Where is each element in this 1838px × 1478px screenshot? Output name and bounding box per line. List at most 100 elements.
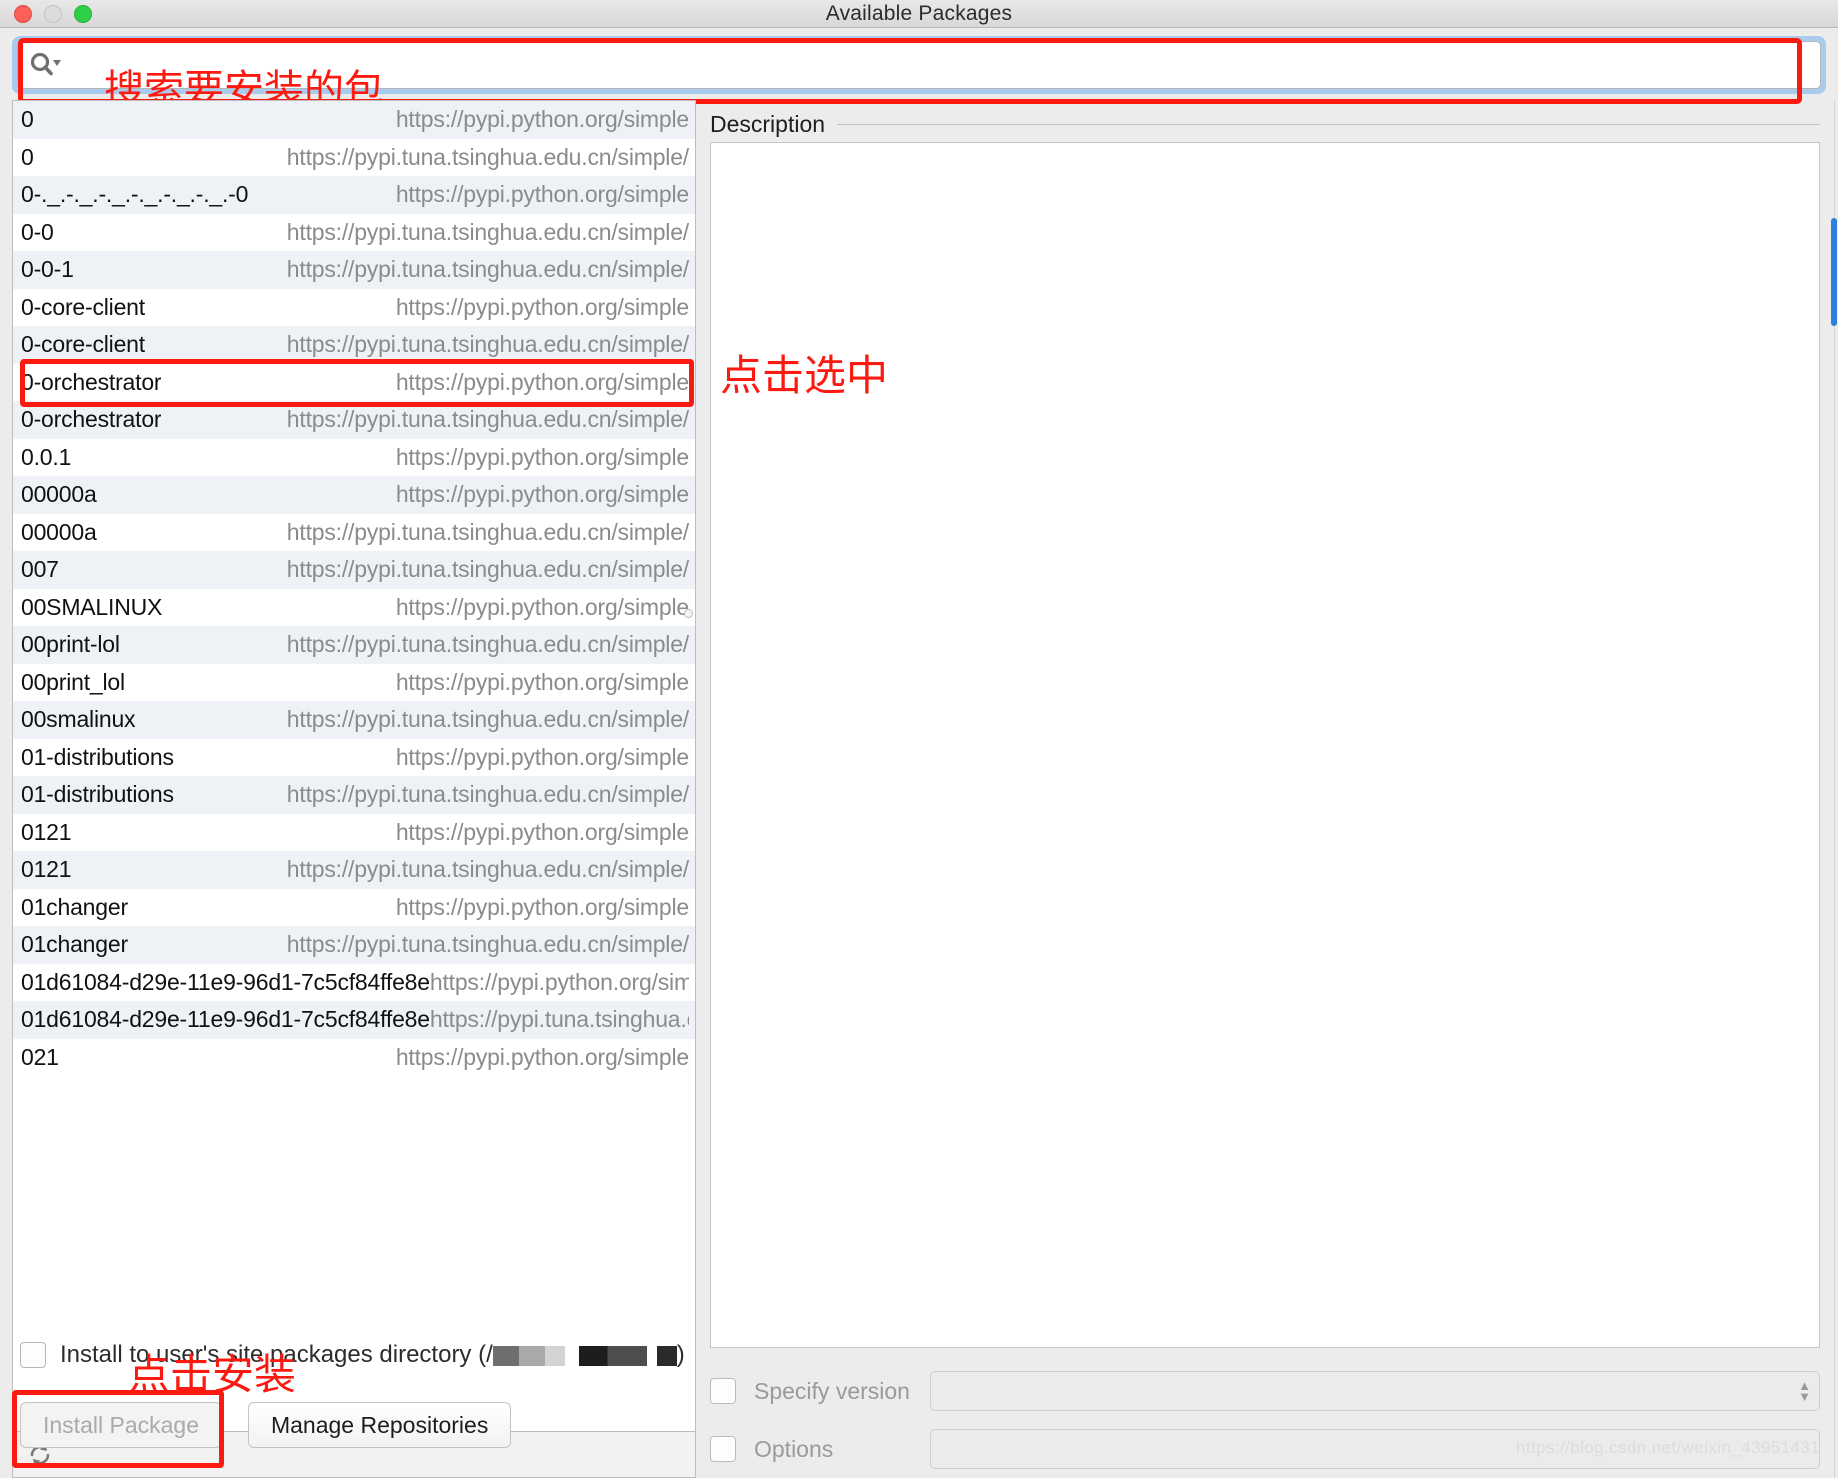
search-icon[interactable] <box>28 50 62 80</box>
site-packages-label-suffix: ) <box>676 1341 685 1368</box>
watermark: https://blog.csdn.net/weixin_43951431 <box>1515 1438 1820 1457</box>
package-repository-url: https://pypi.tuna.tsinghua.edu.cn/simple… <box>286 556 689 583</box>
package-name: 0-core-client <box>21 293 145 320</box>
table-row[interactable]: 021 https://pypi.python.org/simple <box>13 1038 695 1076</box>
search-input[interactable] <box>62 42 1810 88</box>
package-repository-url: https://pypi.python.org/simple <box>395 481 689 508</box>
table-row[interactable]: 0-core-client https://pypi.tuna.tsinghua.… <box>13 326 695 364</box>
package-name: 0121 <box>21 818 72 845</box>
package-name: 0-orchestrator <box>21 406 162 433</box>
site-packages-checkbox[interactable] <box>20 1342 46 1368</box>
search-zone: 搜索要安装的包 <box>0 28 1838 110</box>
package-name: 0-core-client <box>21 331 145 358</box>
window-scrollbar[interactable] <box>1830 100 1838 1478</box>
redacted-path <box>492 1345 565 1366</box>
description-header: Description <box>710 100 1820 142</box>
table-row[interactable]: 01d61084-d29e-11e9-96d1-7c5cf84ffe8e http… <box>13 1001 695 1039</box>
table-row[interactable]: 0.0.1 https://pypi.python.org/simple <box>13 438 695 476</box>
table-row[interactable]: 00000a https://pypi.python.org/simple <box>13 476 695 514</box>
package-name: 01d61084-d29e-11e9-96d1-7c5cf84ffe8e <box>21 1006 430 1033</box>
redacted-path-4 <box>647 1346 657 1366</box>
package-repository-url: https://pypi.tuna.tsinghua.edu.cn/simple… <box>286 143 689 170</box>
table-row[interactable]: 0-core-client https://pypi.python.org/sim… <box>13 288 695 326</box>
table-row[interactable]: 0-0 https://pypi.tuna.tsinghua.edu.cn/sim… <box>13 213 695 251</box>
search-box[interactable] <box>17 41 1821 89</box>
table-row[interactable]: 01-distributions https://pypi.python.org/… <box>13 738 695 776</box>
package-repository-url: https://pypi.tuna.tsinghua.edu.cn/simple… <box>286 781 689 808</box>
package-repository-url: https://pypi.python.org/simple <box>395 743 689 770</box>
package-repository-url: https://pypi.tuna.tsinghua.edu.cn/simple… <box>286 518 689 545</box>
table-row[interactable]: 0-0-1 https://pypi.tuna.tsinghua.edu.cn/s… <box>13 251 695 289</box>
install-package-button[interactable]: Install Package <box>20 1402 222 1448</box>
table-row[interactable]: 0-orchestrator https://pypi.tuna.tsinghua… <box>13 401 695 439</box>
package-name: 00smalinux <box>21 706 136 733</box>
package-repository-url: https://pypi.tuna.tsinghua.edu.cn/simple… <box>286 931 689 958</box>
table-row[interactable]: 0-._.-._.-._.-._.-._.-._.-0 https://pypi.… <box>13 176 695 214</box>
table-row[interactable]: 00smalinux https://pypi.tuna.tsinghua.edu… <box>13 701 695 739</box>
list-scroll-indicator[interactable] <box>684 609 693 618</box>
package-repository-url: https://pypi.python.org/simple <box>395 893 689 920</box>
main-body: 0 https://pypi.python.org/simple 0 https://… <box>0 100 1838 1478</box>
table-row[interactable]: 01changer https://pypi.tuna.tsinghua.edu.… <box>13 926 695 964</box>
package-name: 021 <box>21 1043 59 1070</box>
redacted-path-2 <box>565 1346 579 1366</box>
description-column: Description Specify version ▲ ▼ Options 点… <box>696 100 1838 1478</box>
package-repository-url: https://pypi.python.org/simple <box>395 368 689 395</box>
table-row[interactable]: 01-distributions https://pypi.tuna.tsingh… <box>13 776 695 814</box>
table-row[interactable]: 0121 https://pypi.tuna.tsinghua.edu.cn/si… <box>13 851 695 889</box>
package-name: 0121 <box>21 856 72 883</box>
package-name: 00SMALINUX <box>21 593 163 620</box>
package-name: 007 <box>21 556 59 583</box>
package-repository-url: https://pypi.tuna.tsinghua.edu.cn/simple… <box>286 331 689 358</box>
package-repository-url: https://pypi.python.org/simple <box>395 443 689 470</box>
install-annotation-label: 点击安装 <box>128 1351 297 1398</box>
package-repository-url: https://pypi.python.org/simple <box>395 293 689 320</box>
table-row[interactable]: 00000a https://pypi.tuna.tsinghua.edu.cn/… <box>13 513 695 551</box>
window-title: Available Packages <box>825 1 1013 25</box>
scrollbar-thumb[interactable] <box>1831 218 1837 326</box>
package-repository-url: https://pypi.python.org/simple <box>429 968 689 995</box>
package-name: 0.0.1 <box>21 443 72 470</box>
package-repository-url: https://pypi.tuna.tsinghua.edu.cn/simple… <box>286 631 689 658</box>
table-row[interactable]: 007 https://pypi.tuna.tsinghua.edu.cn/sim… <box>13 551 695 589</box>
package-repository-url: https://pypi.python.org/simple <box>395 106 689 133</box>
package-name: 0 <box>21 143 34 170</box>
manage-repositories-button[interactable]: Manage Repositories <box>247 1402 512 1448</box>
package-name: 00000a <box>21 481 97 508</box>
table-row[interactable]: 00print_lol https://pypi.python.org/simpl… <box>13 663 695 701</box>
description-divider <box>837 123 1820 125</box>
package-name: 0 <box>21 106 34 133</box>
package-name: 00000a <box>21 518 97 545</box>
search-focus-ring <box>12 36 1826 94</box>
package-name: 0-._.-._.-._.-._.-._.-._.-0 <box>21 181 249 208</box>
package-repository-url: https://pypi.tuna.tsinghua.edu.cn/simple… <box>286 706 689 733</box>
package-rows: 0 https://pypi.python.org/simple 0 https://… <box>13 101 695 1076</box>
package-repository-url: https://pypi.tuna.tsinghua.edu.cn/simple… <box>286 218 689 245</box>
table-row[interactable]: 0-orchestrator https://pypi.python.org/si… <box>13 363 695 401</box>
package-name: 01-distributions <box>21 743 174 770</box>
package-name: 01changer <box>21 893 128 920</box>
table-row[interactable]: 00print-lol https://pypi.tuna.tsinghua.ed… <box>13 626 695 664</box>
package-name: 01-distributions <box>21 781 174 808</box>
table-row[interactable]: 00SMALINUX https://pypi.python.org/simple <box>13 588 695 626</box>
package-name: 0-0-1 <box>21 256 74 283</box>
package-name: 01d61084-d29e-11e9-96d1-7c5cf84ffe8e <box>21 968 430 995</box>
table-row[interactable]: 01changer https://pypi.python.org/simple <box>13 888 695 926</box>
package-name: 00print-lol <box>21 631 120 658</box>
package-name: 01changer <box>21 931 128 958</box>
table-row[interactable]: 01d61084-d29e-11e9-96d1-7c5cf84ffe8e http… <box>13 963 695 1001</box>
package-name: 0-0 <box>21 218 54 245</box>
table-row[interactable]: 0 https://pypi.python.org/simple <box>13 101 695 139</box>
package-repository-url: https://pypi.tuna.tsinghua.edu.cn/simple… <box>286 256 689 283</box>
package-list[interactable]: 0 https://pypi.python.org/simple 0 https://… <box>12 100 696 1432</box>
package-repository-url: https://pypi.python.org/simple <box>395 818 689 845</box>
package-name: 00print_lol <box>21 668 125 695</box>
package-repository-url: https://pypi.python.org/simple <box>395 668 689 695</box>
table-row[interactable]: 0121 https://pypi.python.org/simple <box>13 813 695 851</box>
redacted-path-3 <box>578 1345 647 1366</box>
table-row[interactable]: 0 https://pypi.tuna.tsinghua.edu.cn/simpl… <box>13 138 695 176</box>
package-list-column: 0 https://pypi.python.org/simple 0 https://… <box>0 100 696 1478</box>
description-box <box>710 142 1820 1348</box>
package-repository-url: https://pypi.tuna.tsinghua.edu.cn/simple… <box>286 406 689 433</box>
title-bar: Available Packages <box>0 0 1838 28</box>
